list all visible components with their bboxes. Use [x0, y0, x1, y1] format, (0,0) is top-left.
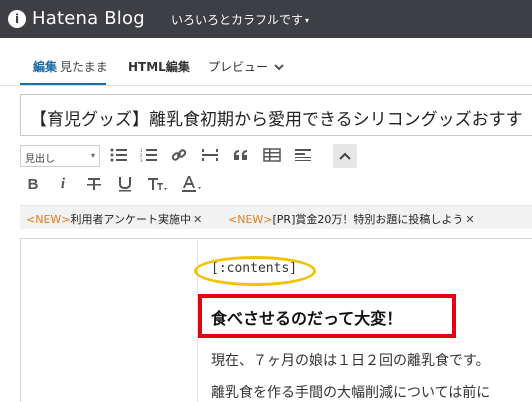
underline-icon[interactable] [114, 173, 136, 195]
horizontal-rule-icon[interactable] [199, 144, 221, 166]
select-arrow-icon: ▾ [90, 151, 95, 160]
editor-paragraph[interactable]: 離乳食を作る手間の大幅削減については前に [211, 382, 490, 402]
tab-html-edit[interactable]: HTML編集 [128, 58, 190, 75]
editor-divider [20, 238, 532, 239]
divider [0, 85, 532, 86]
heading-select-value: 見出し [25, 154, 55, 165]
tab-edit-label: 編集 [33, 60, 58, 74]
hatena-logo-icon[interactable]: i [8, 10, 26, 28]
link-icon[interactable] [168, 144, 190, 166]
tab-wysiwyg[interactable]: 編集 見たまま [33, 58, 108, 75]
notice-bar: <NEW>利用者アンケート実施中 ✕ <NEW>[PR]賞金20万！特別お題に投稿… [20, 205, 532, 229]
notice-item[interactable]: <NEW>利用者アンケート実施中 ✕ [26, 211, 202, 227]
svg-text:3: 3 [140, 158, 143, 162]
close-icon[interactable]: ✕ [465, 213, 474, 226]
editor-paragraph[interactable]: 現在、７ヶ月の娘は１日２回の離乳食です。 [211, 350, 490, 370]
editor-heading[interactable]: 食べさせるのだって大変！ [211, 305, 402, 329]
new-badge: <NEW> [228, 213, 273, 226]
strikethrough-icon[interactable] [83, 173, 105, 195]
tab-edit-sub: 見たまま [60, 60, 108, 74]
highlight-oval [194, 256, 316, 286]
chevron-down-icon [274, 63, 284, 74]
app-title[interactable]: Hatena Blog [32, 8, 145, 29]
notice-text: 利用者アンケート実施中 [70, 213, 192, 226]
more-icon[interactable] [292, 144, 314, 166]
editor-tabs: 編集 見たまま HTML編集 プレビュー [0, 38, 532, 86]
italic-icon[interactable]: i [52, 173, 74, 195]
tab-preview[interactable]: プレビュー [208, 58, 284, 75]
title-input[interactable]: 【育児グッズ】離乳食初期から愛用できるシリコングッズおすす [20, 94, 532, 136]
top-bar: i Hatena Blog いろいろとカラフルです ▾ [0, 0, 532, 38]
collapse-icon[interactable] [333, 144, 357, 168]
notice-item[interactable]: <NEW>[PR]賞金20万！特別お題に投稿しよう ✕ [228, 211, 475, 227]
blog-name: いろいろとカラフルです [171, 13, 304, 27]
close-icon[interactable]: ✕ [193, 213, 202, 226]
title-value: 【育児グッズ】離乳食初期から愛用できるシリコングッズおすす [30, 110, 523, 130]
heading-select[interactable]: 見出し ▾ [20, 145, 100, 167]
text-color-icon[interactable] [180, 173, 202, 195]
font-size-icon[interactable] [146, 173, 168, 195]
quote-icon[interactable] [230, 144, 252, 166]
ordered-list-icon[interactable]: 123 [138, 144, 160, 166]
new-badge: <NEW> [26, 213, 71, 226]
blog-selector[interactable]: いろいろとカラフルです ▾ [171, 11, 309, 28]
bold-icon[interactable]: B [22, 173, 44, 195]
unordered-list-icon[interactable] [108, 144, 130, 166]
tab-preview-label: プレビュー [208, 60, 269, 74]
caret-down-icon: ▾ [305, 16, 310, 25]
table-icon[interactable] [261, 144, 283, 166]
editor-border [20, 238, 21, 402]
notice-text: [PR]賞金20万！特別お題に投稿しよう [272, 213, 464, 226]
